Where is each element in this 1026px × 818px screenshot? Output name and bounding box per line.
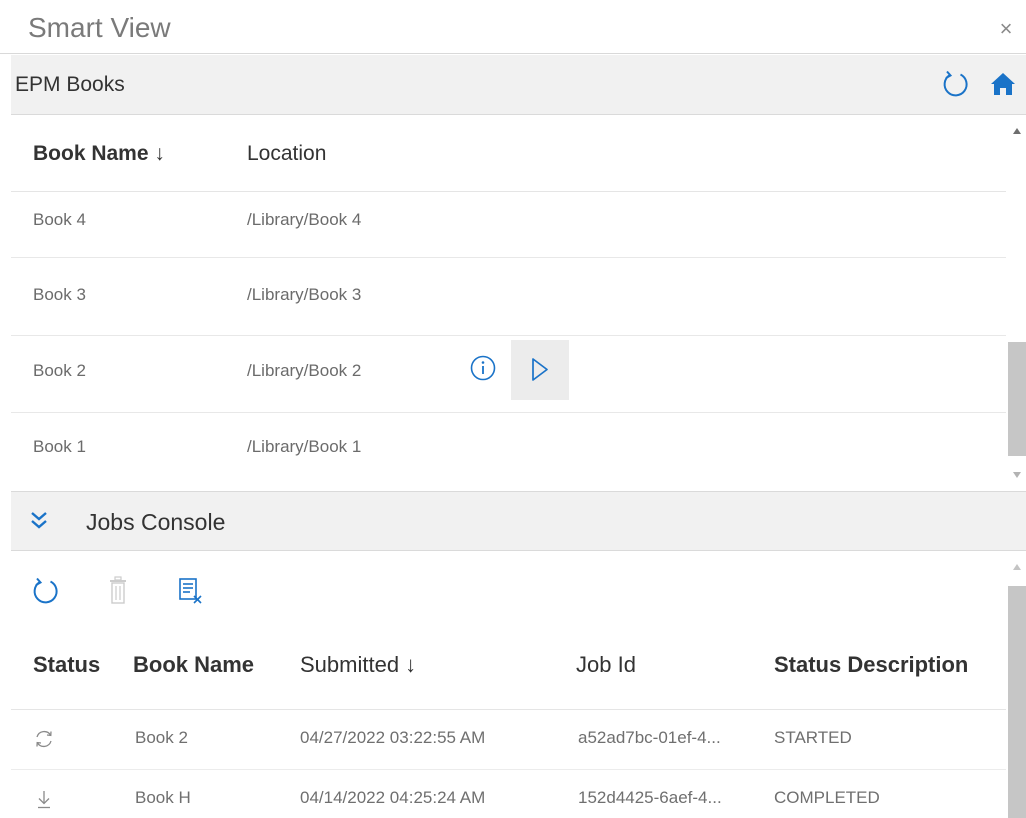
book-row[interactable]: Book 4 /Library/Book 4: [11, 192, 1006, 258]
job-id-cell: 152d4425-6aef-4...: [578, 788, 722, 807]
column-header-job-id[interactable]: Job Id: [576, 652, 636, 678]
book-location-cell: /Library/Book 3: [247, 285, 362, 304]
book-row[interactable]: Book 1 /Library/Book 1: [11, 413, 1006, 490]
job-submitted-cell: 04/14/2022 04:25:24 AM: [300, 788, 486, 807]
refresh-icon[interactable]: [941, 69, 971, 99]
column-header-book-name[interactable]: Book Name: [133, 652, 254, 678]
row-actions: [461, 336, 581, 400]
close-button[interactable]: ×: [996, 18, 1016, 40]
books-table-header: Book Name ↓ Location: [11, 116, 1006, 192]
run-icon: [532, 358, 548, 381]
book-location-cell: /Library/Book 4: [247, 210, 362, 229]
collapse-chevron-icon[interactable]: [27, 509, 51, 533]
books-table: Book Name ↓ Location Book 4 /Library/Boo…: [11, 116, 1006, 490]
run-book-button[interactable]: [511, 340, 569, 400]
book-name-cell: Book 2: [33, 361, 86, 380]
app-title: Smart View: [28, 12, 171, 43]
refresh-icon[interactable]: [31, 576, 61, 606]
clear-list-icon[interactable]: [176, 576, 206, 606]
jobs-console-title: Jobs Console: [86, 509, 226, 535]
book-row[interactable]: Book 2 /Library/Book 2: [11, 336, 1006, 413]
home-icon[interactable]: [989, 70, 1017, 98]
job-book-name-cell: Book 2: [135, 728, 188, 747]
sync-icon: [33, 728, 55, 750]
job-status-description-cell: STARTED: [774, 728, 852, 747]
column-header-status[interactable]: Status: [33, 652, 100, 678]
title-bar: Smart View ×: [0, 0, 1026, 54]
job-book-name-cell: Book H: [135, 788, 191, 807]
scrollbar-thumb[interactable]: [1008, 586, 1026, 818]
jobs-table: Status Book Name Submitted ↓ Job Id Stat…: [11, 552, 1006, 818]
job-id-cell: a52ad7bc-01ef-4...: [578, 728, 721, 747]
job-row[interactable]: Book H 04/14/2022 04:25:24 AM 152d4425-6…: [11, 770, 1006, 818]
column-header-location[interactable]: Location: [247, 142, 326, 166]
download-icon: [33, 788, 55, 810]
column-header-status-description[interactable]: Status Description: [774, 652, 968, 678]
book-location-cell: /Library/Book 1: [247, 437, 362, 456]
job-submitted-cell: 04/27/2022 03:22:55 AM: [300, 728, 486, 747]
delete-icon[interactable]: [106, 576, 132, 606]
book-location-cell: /Library/Book 2: [247, 361, 362, 380]
jobs-console-header[interactable]: Jobs Console: [11, 491, 1026, 551]
column-header-submitted[interactable]: Submitted ↓: [300, 652, 416, 678]
book-name-cell: Book 1: [33, 437, 86, 456]
scrollbar-thumb[interactable]: [1008, 342, 1026, 456]
epm-books-header: EPM Books: [11, 55, 1026, 115]
jobs-scrollbar[interactable]: [1008, 552, 1026, 818]
book-row[interactable]: Book 3 /Library/Book 3: [11, 258, 1006, 336]
book-name-cell: Book 4: [33, 210, 86, 229]
epm-books-title: EPM Books: [15, 73, 125, 96]
scroll-up-arrow[interactable]: [1013, 128, 1021, 134]
info-icon[interactable]: [469, 354, 497, 382]
books-scrollbar[interactable]: [1008, 116, 1026, 490]
scroll-up-arrow[interactable]: [1013, 564, 1021, 570]
scroll-down-arrow[interactable]: [1013, 472, 1021, 478]
column-header-book-name[interactable]: Book Name ↓: [33, 142, 165, 166]
job-status-description-cell: COMPLETED: [774, 788, 880, 807]
book-name-cell: Book 3: [33, 285, 86, 304]
job-row[interactable]: Book 2 04/27/2022 03:22:55 AM a52ad7bc-0…: [11, 710, 1006, 770]
